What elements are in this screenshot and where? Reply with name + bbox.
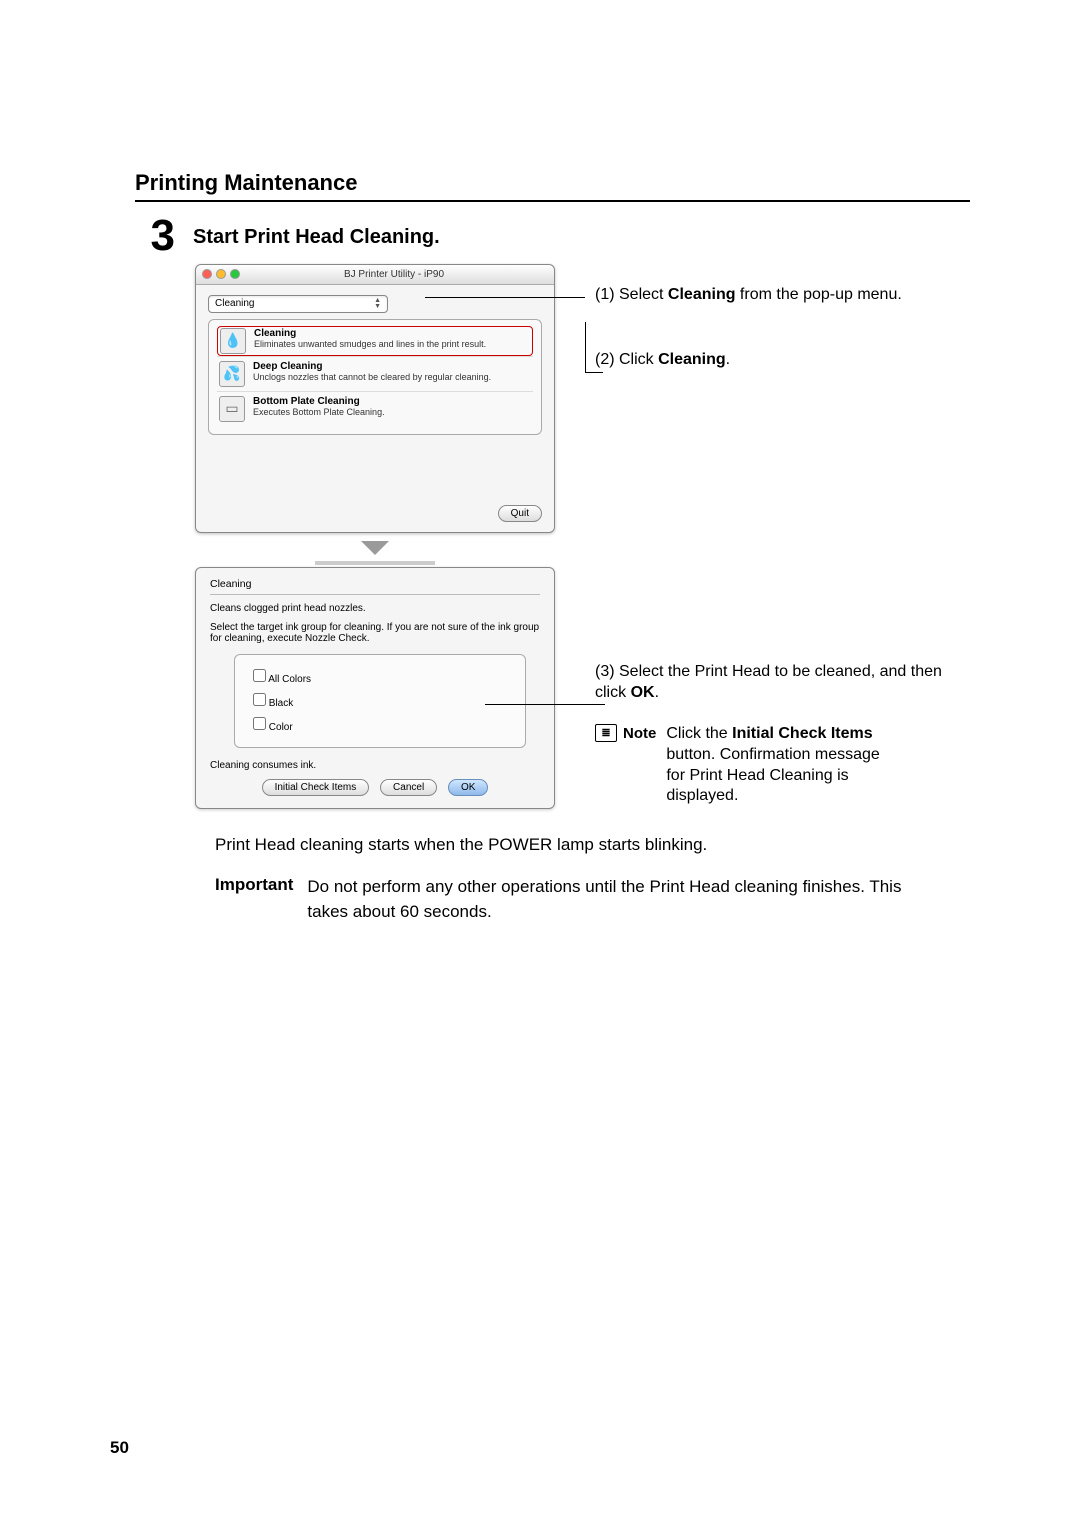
step-title: Start Print Head Cleaning.	[193, 216, 440, 249]
utility-window: BJ Printer Utility - iP90 Cleaning ▲▼ 💧 …	[195, 264, 555, 533]
annotation-2-pre: (2) Click	[595, 351, 658, 368]
important-label: Important	[215, 875, 293, 924]
quit-button[interactable]: Quit	[498, 505, 542, 522]
option-all-colors[interactable]: All Colors	[253, 665, 507, 689]
function-cleaning[interactable]: 💧 Cleaning Eliminates unwanted smudges a…	[217, 326, 533, 356]
function-deep-cleaning[interactable]: 💦 Deep Cleaning Unclogs nozzles that can…	[217, 356, 533, 391]
step-number: 3	[135, 216, 175, 256]
dialog-instruction: Select the target ink group for cleaning…	[210, 622, 540, 644]
function-list: 💧 Cleaning Eliminates unwanted smudges a…	[208, 319, 542, 435]
option-all-colors-label: All Colors	[268, 674, 311, 685]
chevron-updown-icon: ▲▼	[374, 298, 381, 310]
minimize-icon[interactable]	[216, 269, 226, 279]
plate-icon: ▭	[219, 396, 245, 422]
annotation-2-post: .	[726, 351, 730, 368]
note-label: Note	[623, 724, 656, 744]
annotation-1-bold: Cleaning	[668, 286, 736, 303]
section-title: Printing Maintenance	[135, 170, 970, 202]
spray-icon: 💦	[219, 361, 245, 387]
flow-arrow	[195, 541, 555, 565]
note-icon: ≣	[595, 724, 617, 742]
checkbox-black[interactable]	[253, 693, 266, 706]
ok-button[interactable]: OK	[448, 779, 488, 796]
cleaning-dialog: Cleaning Cleans clogged print head nozzl…	[195, 567, 555, 809]
option-black[interactable]: Black	[253, 689, 507, 713]
page-number: 50	[110, 1438, 129, 1458]
annotation-1-post: from the pop-up menu.	[735, 286, 901, 303]
function-bottom-plate-desc: Executes Bottom Plate Cleaning.	[253, 407, 385, 417]
important-text: Do not perform any other operations unti…	[307, 875, 915, 924]
arrow-down-icon	[361, 541, 389, 555]
checkbox-color[interactable]	[253, 717, 266, 730]
zoom-icon[interactable]	[230, 269, 240, 279]
function-cleaning-title: Cleaning	[254, 328, 486, 339]
note-text-bold: Initial Check Items	[732, 725, 873, 742]
annotation-1-pre: (1) Select	[595, 286, 668, 303]
note-block: ≣ Note Click the Initial Check Items but…	[595, 724, 970, 807]
mode-popup[interactable]: Cleaning ▲▼	[208, 295, 388, 313]
body-paragraph: Print Head cleaning starts when the POWE…	[215, 833, 915, 858]
checkbox-all-colors[interactable]	[253, 669, 266, 682]
note-text: Click the Initial Check Items button. Co…	[666, 724, 896, 807]
function-deep-cleaning-desc: Unclogs nozzles that cannot be cleared b…	[253, 372, 491, 382]
droplet-icon: 💧	[220, 328, 246, 354]
function-bottom-plate[interactable]: ▭ Bottom Plate Cleaning Executes Bottom …	[217, 391, 533, 426]
window-title: BJ Printer Utility - iP90	[240, 269, 548, 280]
mode-popup-value: Cleaning	[215, 298, 254, 309]
dialog-subtitle: Cleans clogged print head nozzles.	[210, 603, 540, 614]
function-deep-cleaning-title: Deep Cleaning	[253, 361, 491, 372]
annotation-3-bold: OK	[631, 684, 655, 701]
close-icon[interactable]	[202, 269, 212, 279]
cancel-button[interactable]: Cancel	[380, 779, 437, 796]
note-text-pre: Click the	[666, 725, 732, 742]
annotation-1: (1) Select Cleaning from the pop-up menu…	[595, 284, 970, 306]
option-color[interactable]: Color	[253, 713, 507, 737]
annotation-3-post: .	[655, 684, 659, 701]
note-text-post: button. Confirmation message for Print H…	[666, 746, 879, 805]
option-black-label: Black	[269, 698, 293, 709]
annotation-3: (3) Select the Print Head to be cleaned,…	[595, 661, 970, 704]
annotation-2: (2) Click Cleaning.	[595, 349, 970, 371]
annotation-2-bold: Cleaning	[658, 351, 726, 368]
traffic-lights	[202, 269, 240, 279]
dialog-title: Cleaning	[210, 578, 540, 590]
ink-group-options: All Colors Black Color	[234, 654, 526, 748]
function-cleaning-desc: Eliminates unwanted smudges and lines in…	[254, 339, 486, 349]
window-titlebar: BJ Printer Utility - iP90	[196, 265, 554, 285]
dialog-footer-note: Cleaning consumes ink.	[210, 760, 540, 771]
initial-check-items-button[interactable]: Initial Check Items	[262, 779, 370, 796]
option-color-label: Color	[269, 722, 293, 733]
function-bottom-plate-title: Bottom Plate Cleaning	[253, 396, 385, 407]
